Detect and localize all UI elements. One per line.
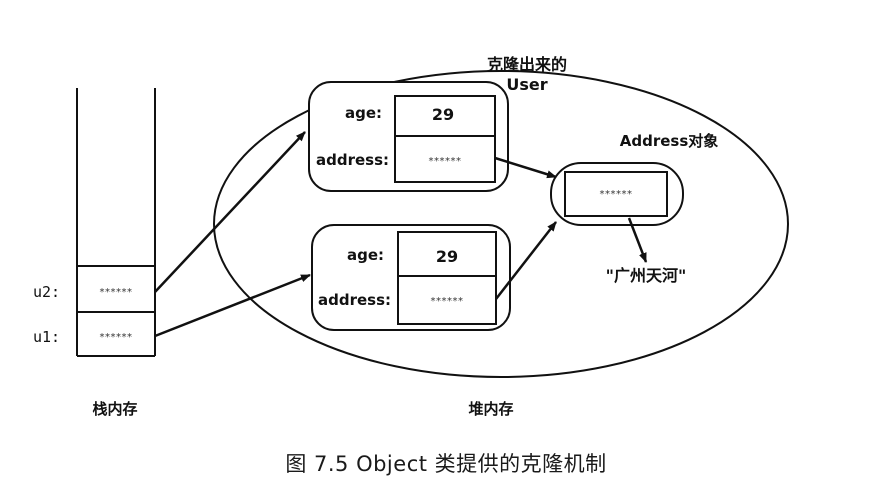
heap-label: 堆内存 — [468, 400, 513, 418]
user-bottom-fields-box — [397, 231, 497, 325]
user-top-address-value: ****** — [429, 156, 462, 167]
address-object-value: ****** — [600, 189, 633, 200]
stack-value-u1: ****** — [100, 332, 133, 343]
user-bottom-address-key: address: — [318, 291, 391, 309]
address-object: Address对象 ****** — [550, 132, 719, 226]
stack-var-u1: u1: — [33, 328, 60, 346]
user-top-age-key: age: — [345, 104, 382, 122]
user-bottom-age-key: age: — [347, 246, 384, 264]
address-object-label: Address对象 — [620, 132, 719, 150]
clone-label-line1: 克隆出来的 — [487, 55, 567, 74]
clone-diagram: u2: ****** u1: ****** 栈内存 堆内存 克隆出来的 User… — [33, 55, 789, 418]
stack-value-u2: ****** — [100, 287, 133, 298]
user-bottom-address-value: ****** — [431, 296, 464, 307]
user-object-bottom: age: 29 address: ****** — [311, 224, 511, 331]
string-value-guangzhou: "广州天河" — [606, 266, 687, 285]
clone-label-line2: User — [506, 75, 547, 94]
user-bottom-age-value: 29 — [436, 247, 458, 266]
user-top-address-key: address: — [316, 151, 389, 169]
stack-memory: u2: ****** u1: ****** 栈内存 — [33, 88, 156, 418]
user-top-age-value: 29 — [432, 105, 454, 124]
figure: u2: ****** u1: ****** 栈内存 堆内存 克隆出来的 User… — [0, 0, 892, 494]
figure-caption: 图 7.5 Object 类提供的克隆机制 — [285, 452, 607, 476]
arrow-u2-to-user-top — [154, 131, 306, 293]
user-object-top: age: 29 address: ****** — [308, 81, 509, 192]
stack-label: 栈内存 — [92, 400, 137, 418]
stack-var-u2: u2: — [33, 283, 60, 301]
